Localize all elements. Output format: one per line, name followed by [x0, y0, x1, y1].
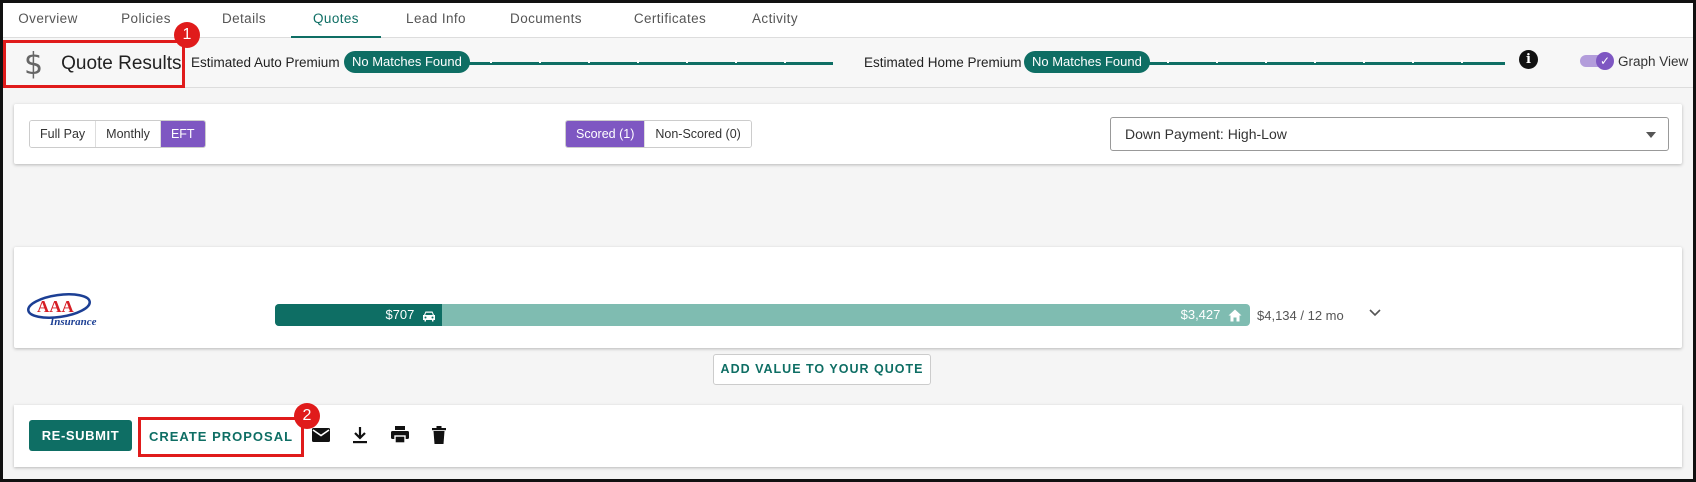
delete-icon[interactable]	[429, 425, 449, 445]
auto-amount: $707	[385, 307, 415, 322]
home-amount: $3,427	[1180, 307, 1221, 322]
svg-text:AAA: AAA	[37, 297, 75, 316]
auto-premium-label: Estimated Auto Premium	[191, 55, 340, 70]
tab-overview[interactable]: Overview	[12, 0, 84, 38]
add-value-button[interactable]: ADD VALUE TO YOUR QUOTE	[713, 354, 931, 385]
payment-monthly[interactable]: Monthly	[96, 121, 161, 147]
total-premium: $4,134 / 12 mo	[1257, 308, 1344, 323]
download-icon[interactable]	[350, 425, 370, 445]
chevron-down-icon[interactable]	[1369, 309, 1381, 317]
auto-premium-segment: $707	[275, 304, 442, 326]
aaa-insurance-logo: AAA Insurance	[26, 293, 114, 335]
tab-bar: Overview Policies Details Quotes Lead In…	[0, 0, 1696, 38]
filter-card: Full Pay Monthly EFT Scored (1) Non-Scor…	[14, 104, 1682, 164]
sort-select-value: Down Payment: High-Low	[1125, 126, 1287, 142]
check-icon: ✓	[1596, 52, 1614, 70]
quote-results-header: $ Quote Results	[3, 40, 185, 88]
premium-bar[interactable]: $707 $3,427	[275, 304, 1250, 326]
tab-lead-info[interactable]: Lead Info	[401, 0, 471, 38]
resubmit-button[interactable]: RE-SUBMIT	[29, 420, 132, 451]
info-icon[interactable]: i	[1519, 50, 1538, 69]
quote-results-bar: $ Quote Results Estimated Auto Premium N…	[0, 38, 1696, 88]
callout-2: 2	[294, 403, 320, 429]
home-premium-segment: $3,427	[442, 304, 1250, 326]
graph-view-label: Graph View	[1618, 54, 1689, 69]
dollar-icon: $	[24, 46, 44, 82]
score-filter-group: Scored (1) Non-Scored (0)	[565, 120, 752, 148]
email-icon[interactable]	[311, 425, 331, 445]
create-proposal-button[interactable]: CREATE PROPOSAL	[138, 417, 304, 457]
graph-view-toggle[interactable]: ✓	[1580, 52, 1614, 70]
tab-details[interactable]: Details	[216, 0, 272, 38]
payment-eft[interactable]: EFT	[160, 121, 205, 147]
home-icon	[1228, 309, 1242, 322]
car-icon	[423, 311, 435, 322]
quote-card: AAA Insurance $707 $3,427 $4,134 / 12 mo	[14, 247, 1682, 348]
quote-results-title: Quote Results	[61, 53, 182, 74]
callout-1: 1	[174, 22, 200, 48]
home-premium-status: No Matches Found	[1024, 51, 1150, 73]
print-icon[interactable]	[390, 425, 410, 445]
tab-certificates[interactable]: Certificates	[625, 0, 715, 38]
actions-card: RE-SUBMIT CREATE PROPOSAL	[14, 405, 1682, 467]
chevron-down-icon	[1646, 132, 1656, 138]
non-scored-tab[interactable]: Non-Scored (0)	[645, 121, 751, 147]
tab-policies[interactable]: Policies	[116, 0, 176, 38]
tab-quotes[interactable]: Quotes	[291, 0, 381, 38]
scored-tab[interactable]: Scored (1)	[566, 121, 646, 147]
carrier-logo-sub: Insurance	[50, 316, 97, 328]
auto-premium-status: No Matches Found	[344, 51, 470, 73]
payment-full-pay[interactable]: Full Pay	[30, 121, 97, 147]
payment-mode-group: Full Pay Monthly EFT	[29, 120, 206, 148]
sort-select[interactable]: Down Payment: High-Low	[1110, 117, 1669, 151]
home-premium-label: Estimated Home Premium	[864, 55, 1022, 70]
tab-documents[interactable]: Documents	[507, 0, 585, 38]
tab-activity[interactable]: Activity	[748, 0, 802, 38]
